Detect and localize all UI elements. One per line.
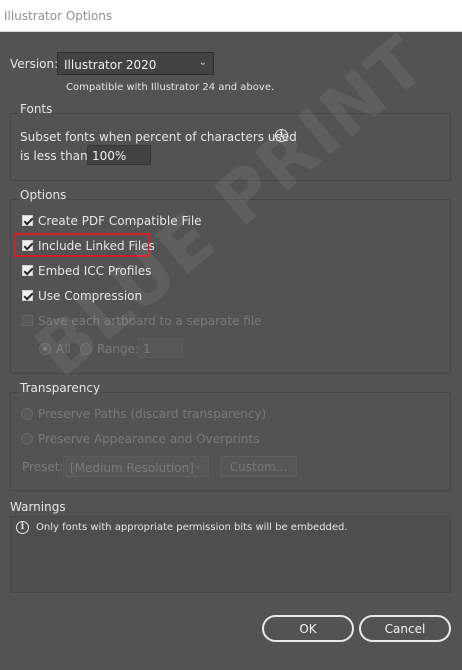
- range-input[interactable]: 1: [138, 338, 183, 358]
- all-radio[interactable]: [39, 343, 51, 355]
- include-linked-label: Include Linked Files: [38, 239, 155, 253]
- fonts-title: Fonts: [19, 102, 54, 116]
- cancel-button[interactable]: Cancel: [359, 615, 451, 642]
- save-artboards-checkbox[interactable]: [22, 315, 33, 326]
- version-value: Illustrator 2020: [64, 58, 157, 72]
- create-pdf-label: Create PDF Compatible File: [38, 214, 202, 228]
- embed-icc-label: Embed ICC Profiles: [38, 264, 152, 278]
- version-select[interactable]: Illustrator 2020 ⌄: [57, 52, 214, 75]
- transparency-title: Transparency: [19, 381, 102, 395]
- ok-button[interactable]: OK: [262, 615, 354, 642]
- version-label: Version:: [10, 57, 59, 71]
- preset-select[interactable]: [Medium Resolution] ⌄: [63, 456, 209, 477]
- subset-percent-input[interactable]: 100%: [87, 145, 151, 165]
- chevron-down-icon: ⌄: [198, 57, 207, 68]
- fonts-group: [10, 113, 451, 181]
- custom-button-label: Custom...: [229, 460, 288, 474]
- create-pdf-checkbox[interactable]: [22, 215, 33, 226]
- warning-info-icon: i: [16, 521, 29, 534]
- info-icon: i: [275, 129, 288, 142]
- include-linked-checkbox[interactable]: [22, 240, 33, 251]
- preserve-appearance-radio[interactable]: [21, 433, 33, 445]
- range-radio[interactable]: [80, 343, 92, 355]
- cancel-button-label: Cancel: [384, 622, 426, 636]
- ok-button-label: OK: [299, 622, 317, 636]
- use-compression-checkbox[interactable]: [22, 290, 33, 301]
- use-compression-label: Use Compression: [38, 289, 143, 303]
- chevron-down-icon: ⌄: [193, 460, 202, 471]
- custom-button[interactable]: Custom...: [220, 456, 297, 477]
- save-artboards-label: Save each artboard to a separate file: [38, 314, 262, 328]
- preserve-paths-label: Preserve Paths (discard transparency): [38, 407, 267, 421]
- warnings-title: Warnings: [10, 500, 66, 514]
- embed-icc-checkbox[interactable]: [22, 265, 33, 276]
- range-radio-label: Range:: [97, 342, 140, 356]
- subset-less-than-label: is less than:: [20, 149, 92, 163]
- preserve-appearance-label: Preserve Appearance and Overprints: [38, 432, 260, 446]
- title-bar: Illustrator Options: [0, 0, 462, 32]
- preset-label: Preset:: [22, 460, 64, 474]
- version-note: Compatible with Illustrator 24 and above…: [66, 82, 275, 93]
- all-radio-label: All: [56, 342, 71, 356]
- subset-fonts-label: Subset fonts when percent of characters …: [20, 130, 297, 144]
- preset-value: [Medium Resolution]: [70, 461, 194, 475]
- options-title: Options: [19, 188, 68, 202]
- warning-message: Only fonts with appropriate permission b…: [36, 522, 348, 533]
- preserve-paths-radio[interactable]: [21, 408, 33, 420]
- window-title: Illustrator Options: [4, 9, 113, 23]
